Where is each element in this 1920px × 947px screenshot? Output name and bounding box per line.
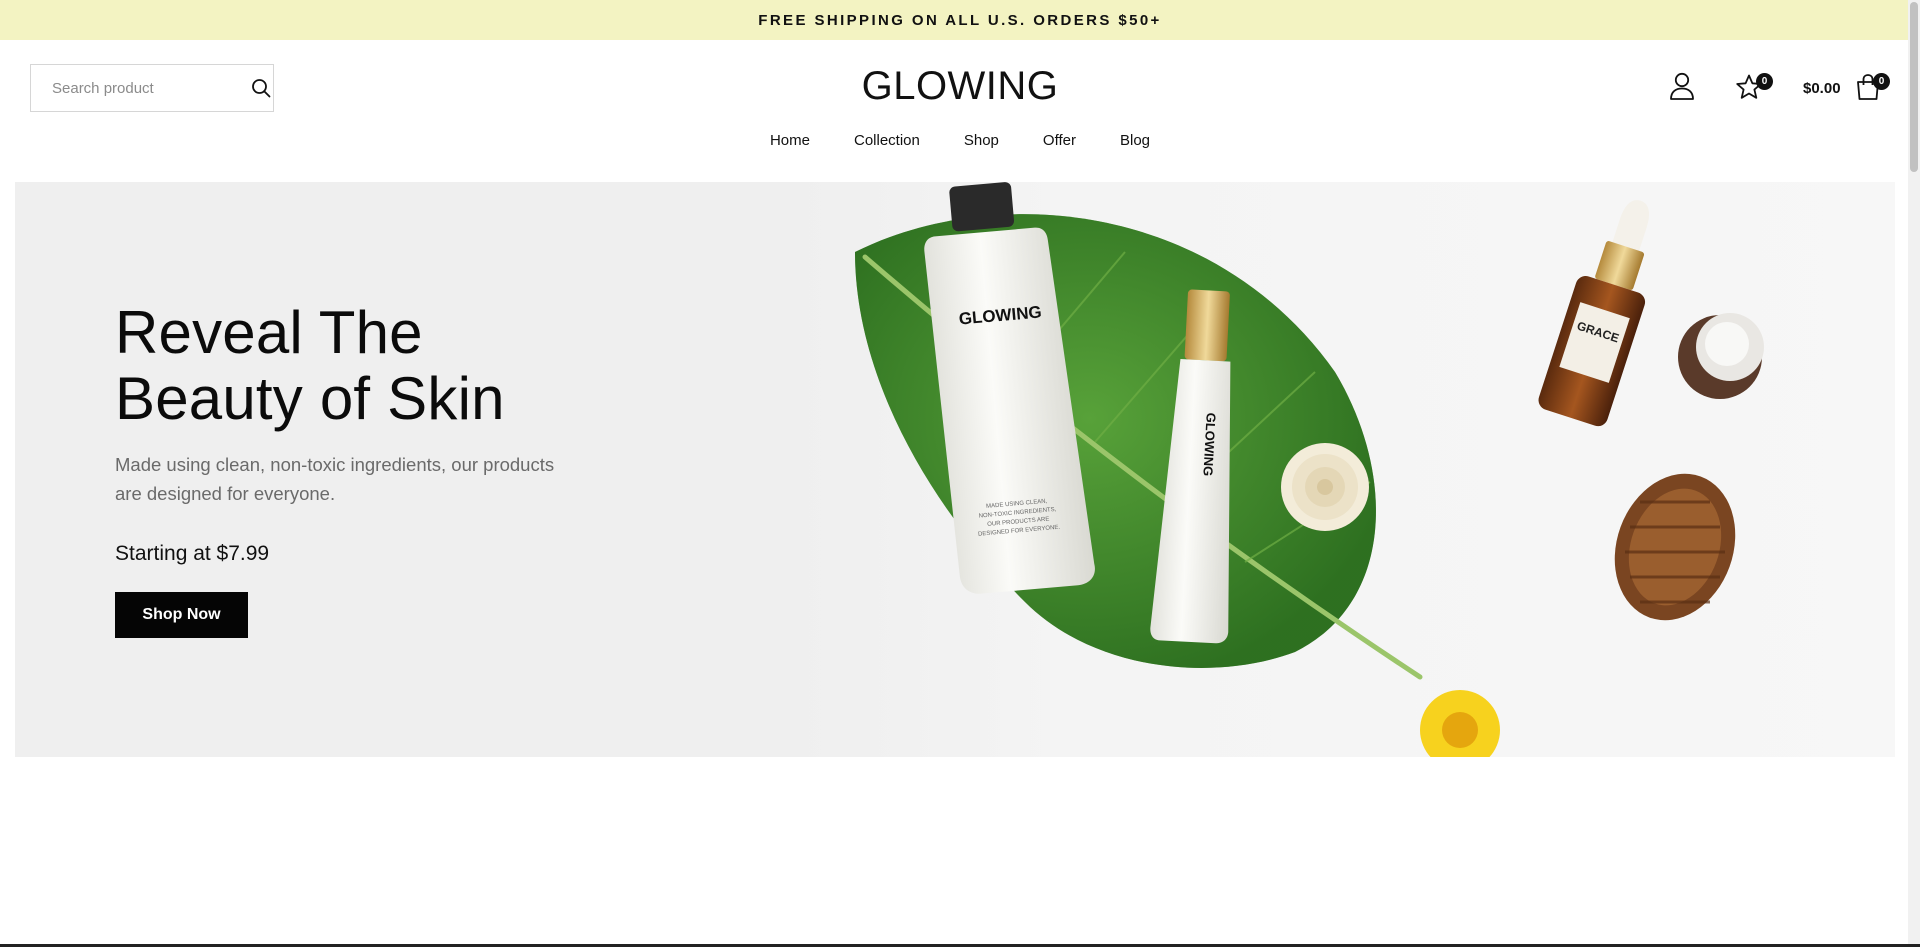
wishlist-button[interactable]: 0: [1734, 73, 1773, 104]
nav-item-collection[interactable]: Collection: [854, 132, 920, 149]
hero-title-line1: Reveal The: [115, 299, 423, 366]
cart-button[interactable]: 0: [1853, 73, 1890, 104]
small-jar-product: [1678, 313, 1764, 399]
white-flower-decoration: [1281, 443, 1369, 531]
logo-container: GLOWING: [0, 64, 1920, 109]
nav-item-home[interactable]: Home: [770, 132, 810, 149]
search-input[interactable]: [52, 79, 251, 97]
nav-item-offer[interactable]: Offer: [1043, 132, 1076, 149]
main-nav: Home Collection Shop Offer Blog: [0, 132, 1920, 149]
nav-item-shop[interactable]: Shop: [964, 132, 999, 149]
account-button[interactable]: [1667, 72, 1697, 105]
hero-description: Made using clean, non-toxic ingredients,…: [115, 454, 555, 504]
announcement-text: FREE SHIPPING ON ALL U.S. ORDERS $50+: [758, 11, 1162, 29]
site-logo[interactable]: GLOWING: [862, 64, 1059, 108]
yellow-flower-decoration: [1420, 690, 1500, 757]
announcement-bar: FREE SHIPPING ON ALL U.S. ORDERS $50+: [0, 0, 1920, 40]
nav-item-blog[interactable]: Blog: [1120, 132, 1150, 149]
hero-product-image: GLOWING MADE USING CLEAN, NON-TOXIC INGR…: [855, 182, 1764, 757]
search-box[interactable]: [30, 64, 274, 112]
page-scrollbar[interactable]: [1908, 0, 1920, 947]
shop-now-button[interactable]: Shop Now: [115, 592, 248, 638]
cart-total: $0.00: [1803, 80, 1841, 97]
pine-cone-decoration: [1614, 473, 1736, 621]
user-icon: [1669, 72, 1695, 105]
cart-count-badge: 0: [1873, 73, 1890, 90]
hero-banner: GLOWING MADE USING CLEAN, NON-TOXIC INGR…: [15, 182, 1895, 757]
hero-title-line2: Beauty of Skin: [115, 365, 505, 432]
dropper-bottle-product: GRACE: [1538, 200, 1650, 427]
search-icon[interactable]: [251, 77, 271, 99]
hero-title: Reveal The Beauty of Skin: [115, 300, 505, 432]
hero-price: Starting at $7.99: [115, 542, 270, 565]
scrollbar-thumb[interactable]: [1910, 2, 1918, 172]
wishlist-count-badge: 0: [1756, 73, 1773, 90]
